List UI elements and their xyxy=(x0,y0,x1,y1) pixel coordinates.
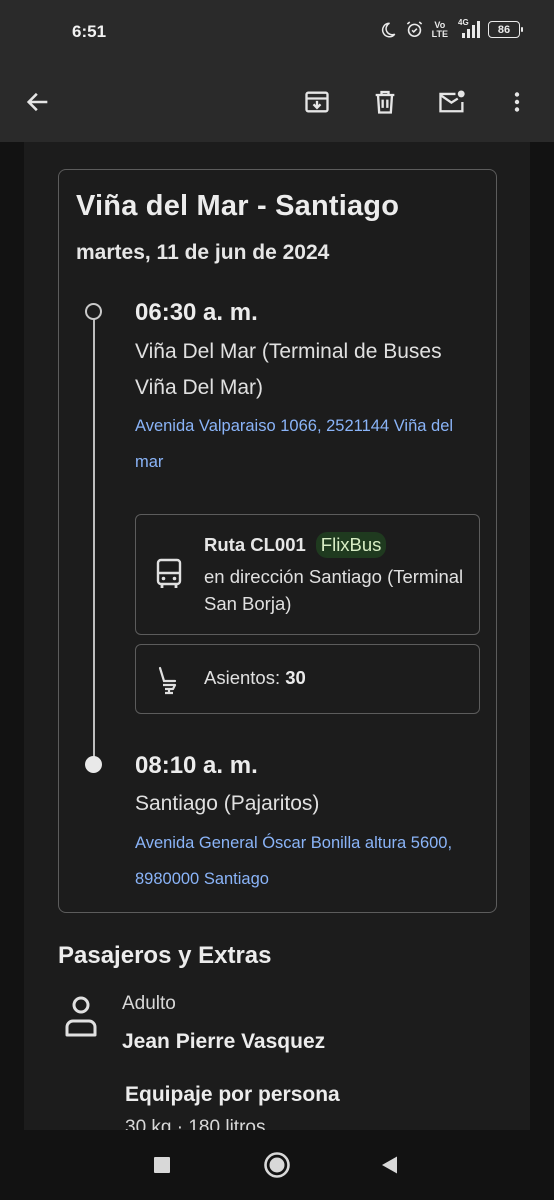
seat-icon xyxy=(158,666,177,695)
bus-icon xyxy=(156,558,182,588)
signal-icon: 4G xyxy=(456,17,480,39)
volte-indicator: Vo LTE xyxy=(431,19,448,39)
email-body: Viña del Mar - Santiago martes, 11 de ju… xyxy=(24,142,530,1130)
operator-badge: FlixBus xyxy=(315,532,387,558)
route-info-box: Ruta CL001 FlixBus en dirección Santiago… xyxy=(135,514,480,635)
status-time: 6:51 xyxy=(72,22,107,41)
back-nav-button[interactable] xyxy=(373,1148,407,1182)
arrow-left-icon xyxy=(26,92,48,112)
moon-icon xyxy=(381,21,395,37)
mail-unread-icon xyxy=(439,90,465,113)
departure-address-link[interactable]: Avenida Valparaiso 1066, 2521144 Viña de… xyxy=(135,408,475,480)
departure-station: Viña Del Mar (Terminal de Buses Viña Del… xyxy=(135,340,442,399)
arrival-time: 08:10 a. m. xyxy=(135,752,258,779)
square-icon xyxy=(154,1157,170,1173)
mark-unread-button[interactable] xyxy=(430,80,474,124)
home-circle-icon xyxy=(264,1152,290,1178)
arrival-station: Santiago (Pajaritos) xyxy=(135,792,320,815)
more-vert-icon xyxy=(514,92,520,112)
route-header: Ruta CL001 FlixBus xyxy=(204,532,387,558)
seats-label: Asientos: xyxy=(204,667,281,688)
arrival-dot xyxy=(85,756,102,773)
trash-icon xyxy=(375,90,395,114)
passengers-section-title: Pasajeros y Extras xyxy=(58,942,272,969)
person-icon xyxy=(65,996,97,1037)
battery-indicator: 86 xyxy=(488,21,523,38)
route-direction: en dirección Santiago (Terminal San Borj… xyxy=(204,566,464,614)
archive-button[interactable] xyxy=(295,80,339,124)
delete-button[interactable] xyxy=(363,80,407,124)
seats-text: Asientos: 30 xyxy=(204,667,306,689)
archive-icon xyxy=(305,91,329,113)
triangle-back-icon xyxy=(382,1156,397,1174)
timeline-line xyxy=(93,318,95,766)
alarm-icon xyxy=(406,21,422,38)
network-type: 4G xyxy=(458,17,469,27)
back-button[interactable] xyxy=(16,80,60,124)
passenger-name: Jean Pierre Vasquez xyxy=(122,1030,326,1053)
passenger-type: Adulto xyxy=(122,993,176,1014)
baggage-detail: 30 kg · 180 litros xyxy=(125,1117,266,1130)
status-bar: 6:51 Vo LTE 4G 86 xyxy=(0,0,554,64)
home-button[interactable] xyxy=(260,1148,294,1182)
navigation-bar xyxy=(0,1130,554,1200)
trip-date: martes, 11 de jun de 2024 xyxy=(76,241,330,264)
trip-card: Viña del Mar - Santiago martes, 11 de ju… xyxy=(58,169,497,913)
trip-title: Viña del Mar - Santiago xyxy=(76,190,400,222)
email-content[interactable]: Viña del Mar - Santiago martes, 11 de ju… xyxy=(0,142,554,1130)
arrival-address-link[interactable]: Avenida General Óscar Bonilla altura 560… xyxy=(135,825,475,897)
seats-value: 30 xyxy=(285,667,306,688)
departure-time: 06:30 a. m. xyxy=(135,299,258,326)
route-label: Ruta CL001 xyxy=(204,534,306,555)
recents-button[interactable] xyxy=(145,1148,179,1182)
app-bar xyxy=(0,64,554,142)
status-icons: Vo LTE 4G 86 xyxy=(379,17,523,39)
departure-dot xyxy=(85,303,102,320)
more-options-button[interactable] xyxy=(495,80,539,124)
seats-info-box: Asientos: 30 xyxy=(135,644,480,714)
baggage-title: Equipaje por persona xyxy=(125,1083,340,1106)
